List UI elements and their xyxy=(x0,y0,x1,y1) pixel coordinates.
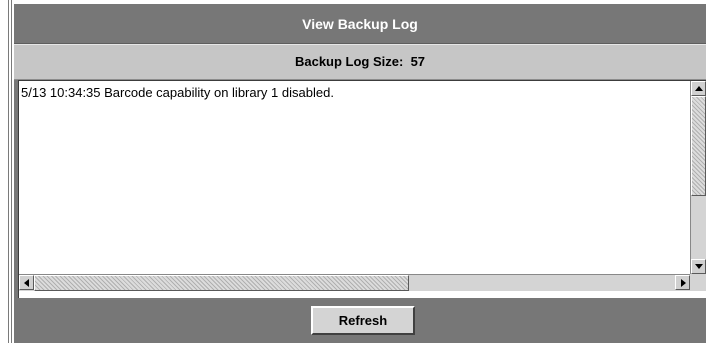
log-size-header: Backup Log Size: 57 xyxy=(14,44,706,80)
log-line: 5/13 10:34:35 Barcode capability on libr… xyxy=(21,85,334,100)
backup-log-window: View Backup Log Backup Log Size: 57 5/13… xyxy=(0,0,706,343)
scrollbar-corner xyxy=(690,274,706,291)
window-left-border xyxy=(8,0,12,343)
log-size-value: 57 xyxy=(410,54,426,69)
scroll-down-arrow-icon xyxy=(695,264,703,269)
log-text-area[interactable]: 5/13 10:34:35 Barcode capability on libr… xyxy=(18,80,706,298)
scroll-up-arrow-icon xyxy=(695,86,703,91)
scroll-left-button[interactable] xyxy=(19,275,34,290)
scroll-right-button[interactable] xyxy=(675,275,690,290)
panel-title: View Backup Log xyxy=(14,4,706,44)
horizontal-scroll-thumb[interactable] xyxy=(34,275,409,291)
vertical-scroll-thumb[interactable] xyxy=(691,96,706,196)
scroll-left-arrow-icon xyxy=(24,279,29,287)
panel-footer: Refresh xyxy=(14,298,706,343)
horizontal-scrollbar[interactable] xyxy=(19,274,690,291)
scroll-right-arrow-icon xyxy=(681,279,686,287)
vertical-scrollbar[interactable] xyxy=(690,81,706,274)
scroll-up-button[interactable] xyxy=(691,81,706,96)
backup-log-panel: View Backup Log Backup Log Size: 57 5/13… xyxy=(14,4,706,343)
log-size-label: Backup Log Size: xyxy=(294,54,404,69)
refresh-button[interactable]: Refresh xyxy=(311,306,415,335)
scroll-down-button[interactable] xyxy=(691,259,706,274)
